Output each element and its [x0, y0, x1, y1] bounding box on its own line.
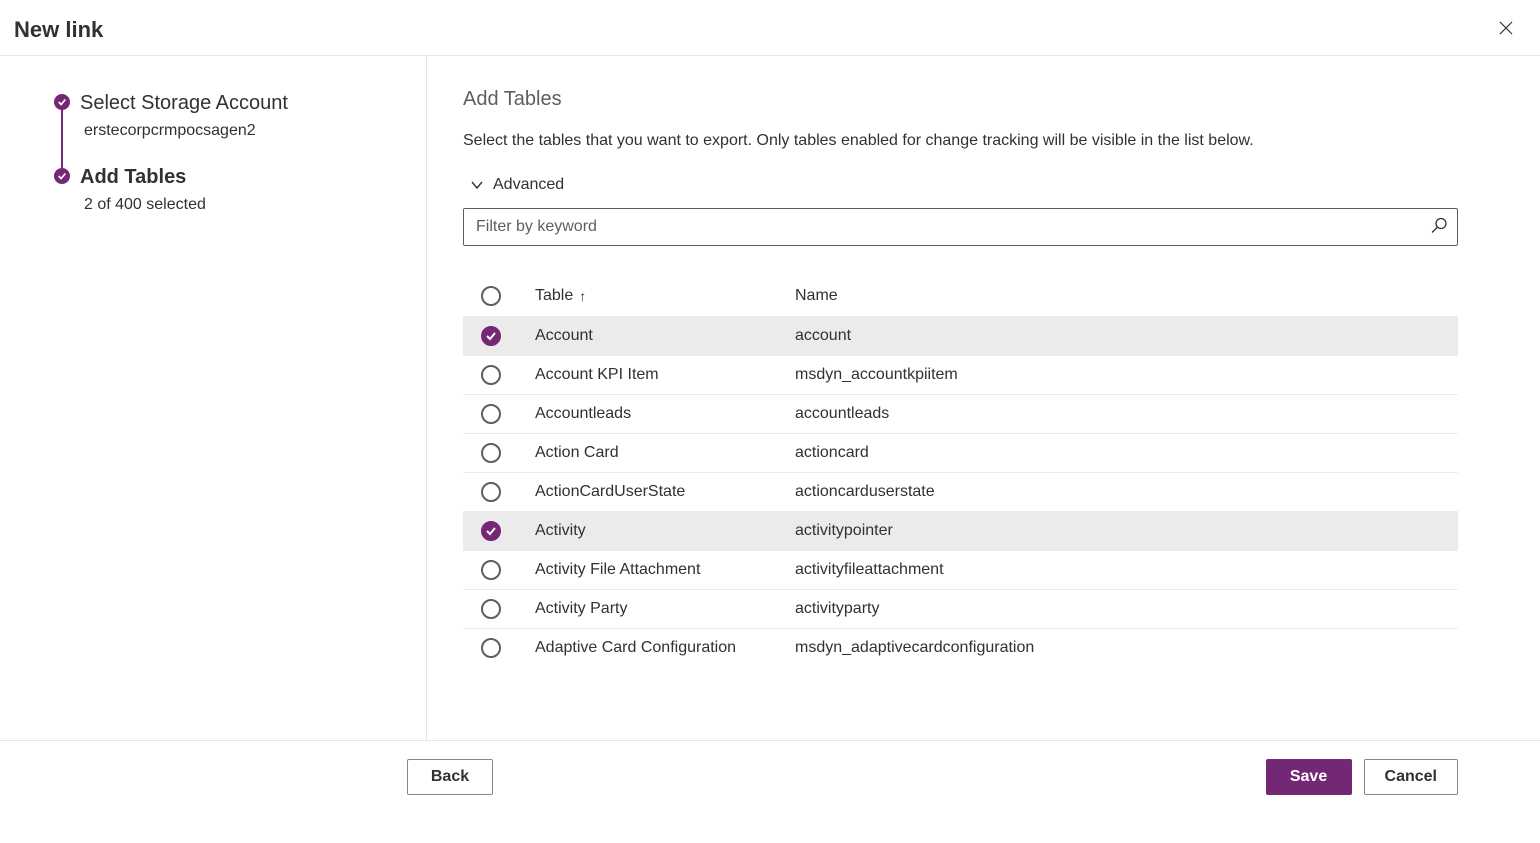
row-table-name: account [795, 327, 1458, 345]
panel-header: New link [0, 0, 1540, 56]
wizard-step[interactable]: Select Storage Account erstecorpcrmpocsa… [54, 90, 410, 140]
chevron-down-icon [469, 177, 485, 193]
column-header-name-label: Name [795, 287, 838, 305]
step-title: Add Tables [80, 164, 410, 190]
row-table-name: activityparty [795, 600, 1458, 618]
table-row[interactable]: Action Cardactioncard [463, 433, 1458, 472]
row-table-label: Action Card [535, 444, 795, 462]
close-icon [1498, 24, 1514, 39]
row-table-name: actioncarduserstate [795, 483, 1458, 501]
select-all-checkbox[interactable] [481, 286, 501, 306]
row-table-label: Activity [535, 522, 795, 540]
advanced-label: Advanced [493, 176, 564, 194]
table-row[interactable]: ActionCardUserStateactioncarduserstate [463, 472, 1458, 511]
wizard-step[interactable]: Add Tables 2 of 400 selected [54, 164, 410, 214]
panel-title: New link [14, 17, 103, 43]
close-button[interactable] [1492, 14, 1520, 45]
step-subtitle: erstecorpcrmpocsagen2 [80, 122, 410, 140]
row-checkbox[interactable] [481, 365, 501, 385]
row-checkbox[interactable] [481, 638, 501, 658]
filter-input[interactable] [463, 208, 1458, 246]
row-checkbox[interactable] [481, 599, 501, 619]
table-row[interactable]: Activity File Attachmentactivityfileatta… [463, 550, 1458, 589]
row-table-label: Activity File Attachment [535, 561, 795, 579]
column-header-table[interactable]: Table ↑ [535, 287, 795, 305]
row-checkbox[interactable] [481, 560, 501, 580]
row-checkbox[interactable] [481, 482, 501, 502]
sort-ascending-icon: ↑ [579, 288, 586, 304]
table-row[interactable]: Activityactivitypointer [463, 511, 1458, 550]
row-checkbox[interactable] [481, 404, 501, 424]
main-description: Select the tables that you want to expor… [463, 129, 1458, 152]
table-row[interactable]: Accountaccount [463, 316, 1458, 355]
row-checkbox[interactable] [481, 326, 501, 346]
step-connector [61, 110, 63, 168]
row-table-name: activitypointer [795, 522, 1458, 540]
advanced-toggle[interactable]: Advanced [463, 176, 564, 194]
table-row[interactable]: Accountleadsaccountleads [463, 394, 1458, 433]
row-table-label: ActionCardUserState [535, 483, 795, 501]
panel-footer: Back Save Cancel [0, 740, 1540, 813]
main-heading: Add Tables [463, 88, 1458, 111]
body-split: Select Storage Account erstecorpcrmpocsa… [0, 56, 1540, 740]
row-table-name: msdyn_adaptivecardconfiguration [795, 639, 1458, 657]
table-row[interactable]: Account KPI Itemmsdyn_accountkpiitem [463, 355, 1458, 394]
row-table-label: Account [535, 327, 795, 345]
row-table-label: Activity Party [535, 600, 795, 618]
search-wrap [463, 208, 1458, 246]
row-checkbox[interactable] [481, 521, 501, 541]
row-table-label: Adaptive Card Configuration [535, 639, 795, 657]
row-table-name: msdyn_accountkpiitem [795, 366, 1458, 384]
wizard-sidebar: Select Storage Account erstecorpcrmpocsa… [0, 56, 427, 740]
row-checkbox[interactable] [481, 443, 501, 463]
step-subtitle: 2 of 400 selected [80, 196, 410, 214]
back-button[interactable]: Back [407, 759, 493, 795]
column-header-name[interactable]: Name [795, 287, 1458, 305]
tables-list: Table ↑ Name AccountaccountAccount KPI I… [463, 276, 1458, 667]
save-button[interactable]: Save [1266, 759, 1352, 795]
table-row[interactable]: Adaptive Card Configurationmsdyn_adaptiv… [463, 628, 1458, 667]
main-content: Add Tables Select the tables that you wa… [427, 56, 1540, 740]
row-table-label: Account KPI Item [535, 366, 795, 384]
step-check-icon [54, 94, 70, 110]
row-table-name: accountleads [795, 405, 1458, 423]
tables-list-header: Table ↑ Name [463, 276, 1458, 316]
row-table-name: activityfileattachment [795, 561, 1458, 579]
step-title: Select Storage Account [80, 90, 410, 116]
cancel-button[interactable]: Cancel [1364, 759, 1458, 795]
column-header-table-label: Table [535, 287, 573, 305]
row-table-label: Accountleads [535, 405, 795, 423]
table-row[interactable]: Activity Partyactivityparty [463, 589, 1458, 628]
row-table-name: actioncard [795, 444, 1458, 462]
step-check-icon [54, 168, 70, 184]
